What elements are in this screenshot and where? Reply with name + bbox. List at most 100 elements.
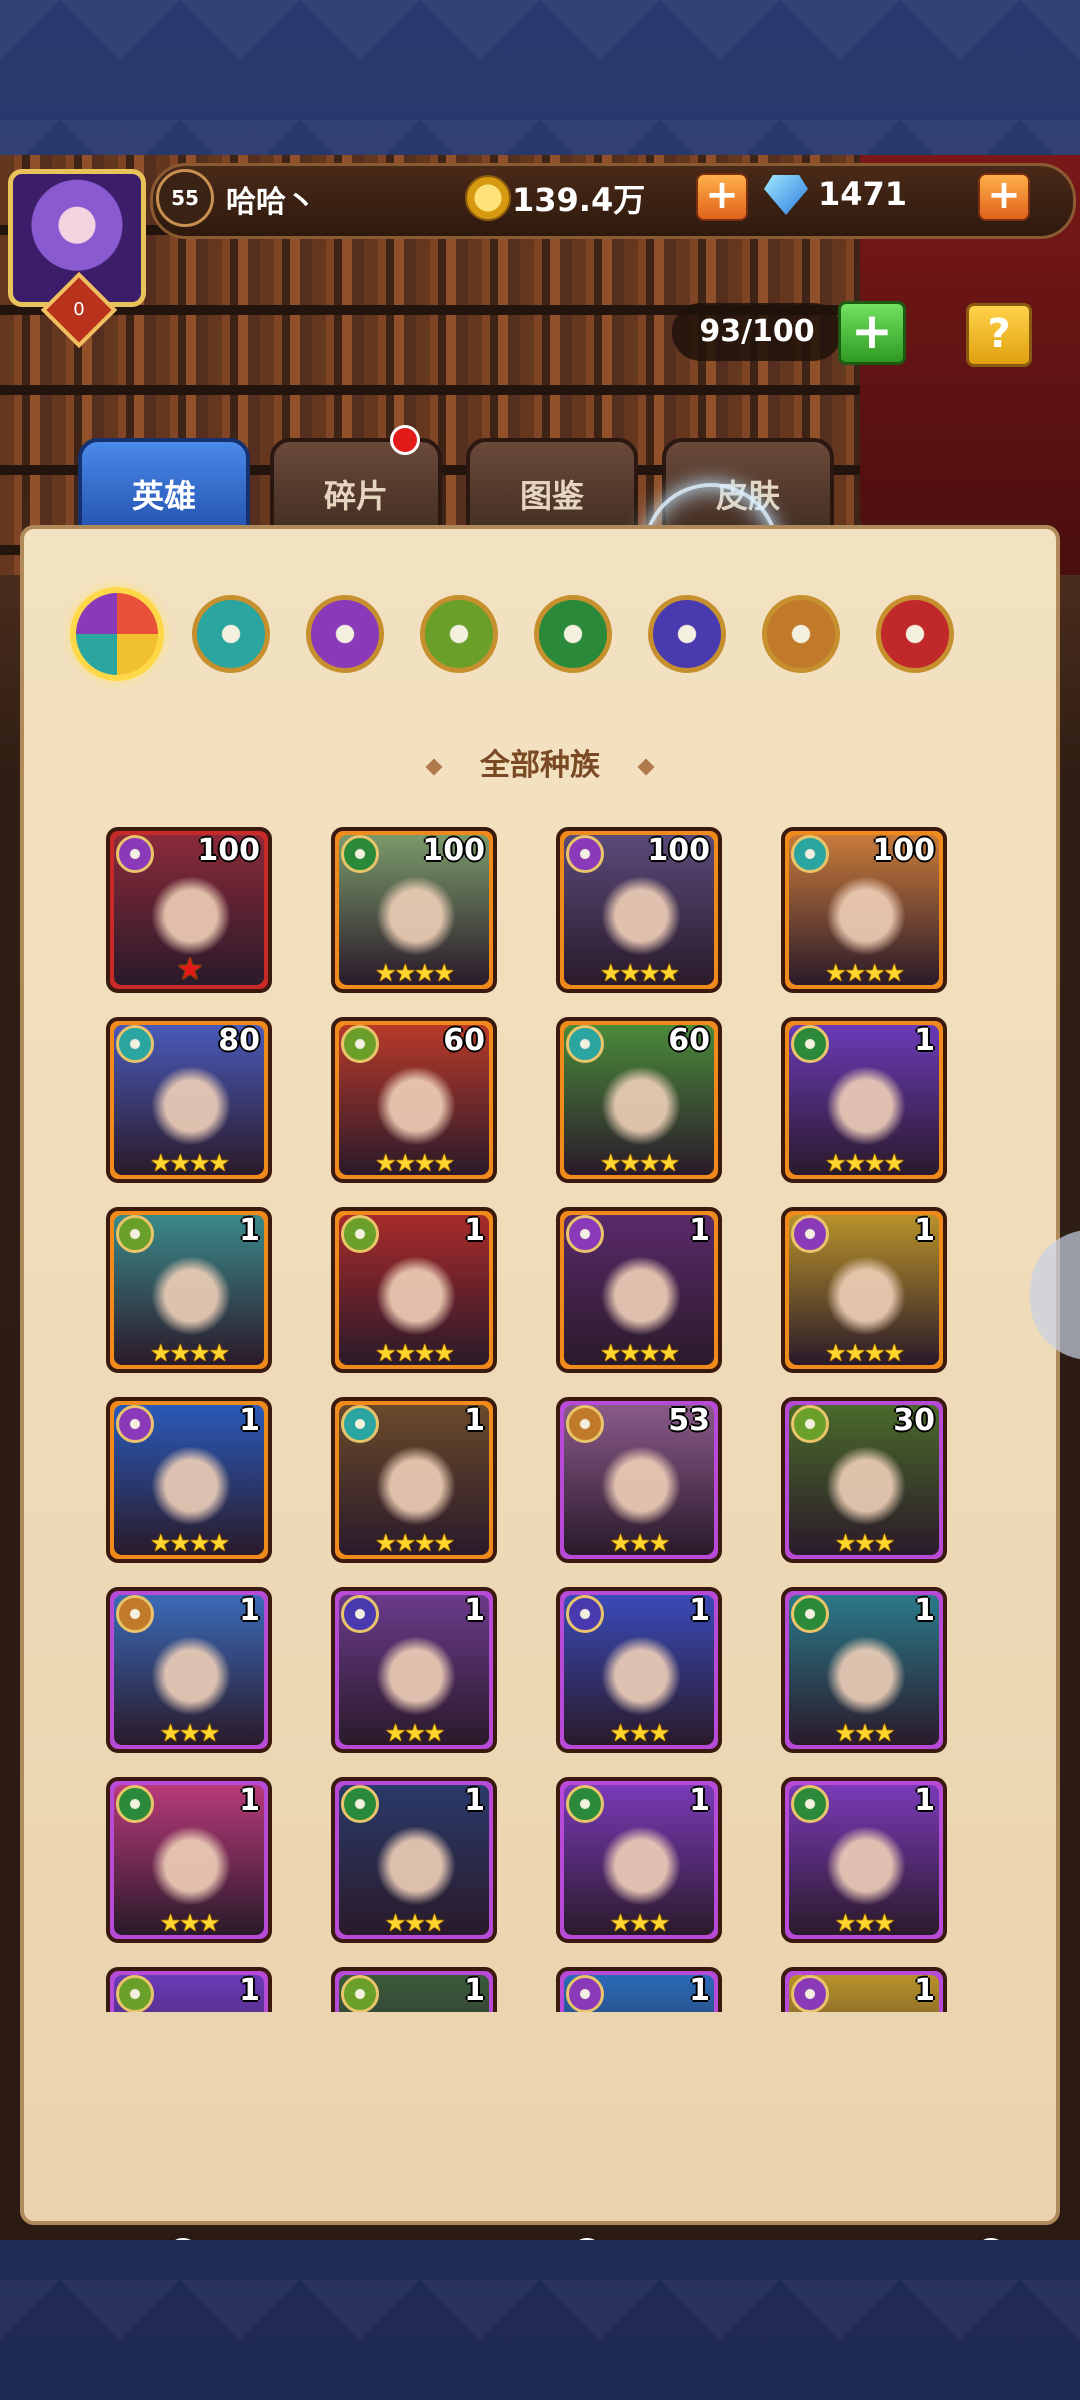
- hero-race-icon: [116, 835, 154, 873]
- hero-card[interactable]: 1 ★★★★: [106, 1207, 272, 1373]
- hero-race-icon: [341, 1975, 379, 2012]
- hero-card[interactable]: 1: [331, 1967, 497, 2012]
- hero-card[interactable]: 1: [556, 1967, 722, 2012]
- help-button[interactable]: ?: [966, 303, 1032, 367]
- hero-card[interactable]: 100 ★★★★: [331, 827, 497, 993]
- hero-face: [148, 1067, 234, 1153]
- hero-face: [148, 1257, 234, 1343]
- hero-level: 1: [914, 1973, 935, 2008]
- race-filter-forest-icon[interactable]: [192, 595, 270, 673]
- hero-card[interactable]: 1 ★★★: [106, 1587, 272, 1753]
- hero-face: [598, 1257, 684, 1343]
- hero-race-icon: [341, 1215, 379, 1253]
- hero-face: [598, 1067, 684, 1153]
- hero-level: 1: [689, 1783, 710, 1818]
- race-filter-all-icon[interactable]: [70, 587, 164, 681]
- hero-card[interactable]: 100 ★: [106, 827, 272, 993]
- hero-stars: ★★★★: [374, 1339, 455, 1367]
- hero-race-icon: [341, 1785, 379, 1823]
- hero-race-icon: [116, 1595, 154, 1633]
- hero-card[interactable]: 60 ★★★★: [331, 1017, 497, 1183]
- player-name: 哈哈丶: [226, 185, 316, 220]
- hero-race-icon: [791, 1785, 829, 1823]
- hero-level: 100: [872, 833, 935, 868]
- hero-card[interactable]: 1 ★★★★: [781, 1017, 947, 1183]
- hero-stars: ★★★: [159, 1909, 221, 1937]
- hero-face: [598, 1447, 684, 1533]
- hero-card[interactable]: 1 ★★★: [106, 1777, 272, 1943]
- hero-card[interactable]: 60 ★★★★: [556, 1017, 722, 1183]
- hero-race-icon: [566, 1595, 604, 1633]
- hero-card[interactable]: 1 ★★★: [331, 1777, 497, 1943]
- hero-level: 30: [893, 1403, 935, 1438]
- hero-stars: ★: [176, 952, 204, 987]
- hero-race-icon: [566, 1975, 604, 2012]
- hero-card[interactable]: 1: [106, 1967, 272, 2012]
- hero-card[interactable]: 30 ★★★: [781, 1397, 947, 1563]
- race-filter-abyss-icon[interactable]: [648, 595, 726, 673]
- hero-level: 80: [218, 1023, 260, 1058]
- hero-face: [373, 1067, 459, 1153]
- hero-stars: ★★★★: [374, 959, 455, 987]
- hero-card[interactable]: 1 ★★★: [556, 1587, 722, 1753]
- hero-stars: ★★★: [159, 1719, 221, 1747]
- race-filter-light-icon[interactable]: [762, 595, 840, 673]
- hero-card[interactable]: 1: [781, 1967, 947, 2012]
- hero-card[interactable]: 1 ★★★: [331, 1587, 497, 1753]
- hero-card[interactable]: 1 ★★★: [781, 1587, 947, 1753]
- add-gold-button[interactable]: +: [696, 173, 748, 221]
- hero-stars: ★★★: [834, 1909, 896, 1937]
- hero-level: 100: [197, 833, 260, 868]
- hero-card[interactable]: 1 ★★★: [556, 1777, 722, 1943]
- hero-level: 100: [647, 833, 710, 868]
- hero-card[interactable]: 1 ★★★★: [781, 1207, 947, 1373]
- hero-card[interactable]: 1 ★★★★: [556, 1207, 722, 1373]
- hero-race-icon: [341, 1405, 379, 1443]
- hero-race-icon: [116, 1215, 154, 1253]
- hero-race-icon: [791, 1405, 829, 1443]
- hero-card[interactable]: 1 ★★★★: [331, 1207, 497, 1373]
- race-filter-nature-icon[interactable]: [534, 595, 612, 673]
- hero-race-icon: [791, 1215, 829, 1253]
- hero-level: 53: [668, 1403, 710, 1438]
- hero-face: [598, 877, 684, 963]
- gold-coin-icon: [465, 175, 511, 221]
- hero-card[interactable]: 1 ★★★★: [331, 1397, 497, 1563]
- fragments-notification-dot: [390, 425, 420, 455]
- hero-level: 1: [689, 1213, 710, 1248]
- hero-face: [823, 1637, 909, 1723]
- diamond-ornament-right: [637, 758, 655, 775]
- hero-face: [823, 1447, 909, 1533]
- race-filter-fortress-icon[interactable]: [420, 595, 498, 673]
- hero-card[interactable]: 100 ★★★★: [781, 827, 947, 993]
- hero-face: [148, 1637, 234, 1723]
- hero-stars: ★★★: [384, 1909, 446, 1937]
- hero-card[interactable]: 1 ★★★: [781, 1777, 947, 1943]
- race-filter-dark-icon[interactable]: [876, 595, 954, 673]
- notification-dot: [167, 2238, 199, 2240]
- hero-card[interactable]: 100 ★★★★: [556, 827, 722, 993]
- diamond-ornament-left: [425, 758, 443, 775]
- hero-stars: ★★★: [384, 1719, 446, 1747]
- hero-face: [373, 877, 459, 963]
- hero-level: 100: [422, 833, 485, 868]
- hero-race-icon: [566, 1785, 604, 1823]
- hero-level: 1: [464, 1783, 485, 1818]
- hero-stars: ★★★: [609, 1719, 671, 1747]
- hero-stars: ★★★: [609, 1529, 671, 1557]
- hero-level: 1: [464, 1213, 485, 1248]
- hero-race-icon: [116, 1785, 154, 1823]
- hero-card[interactable]: 1 ★★★★: [106, 1397, 272, 1563]
- expand-capacity-button[interactable]: +: [838, 301, 906, 365]
- hero-level: 60: [443, 1023, 485, 1058]
- hero-card[interactable]: 53 ★★★: [556, 1397, 722, 1563]
- hero-card[interactable]: 80 ★★★★: [106, 1017, 272, 1183]
- hero-stars: ★★★: [609, 1909, 671, 1937]
- hero-face: [148, 877, 234, 963]
- hero-race-icon: [341, 835, 379, 873]
- hero-race-icon: [116, 1975, 154, 2012]
- race-filter-shadow-icon[interactable]: [306, 595, 384, 673]
- hero-face: [823, 877, 909, 963]
- add-gems-button[interactable]: +: [978, 173, 1030, 221]
- hero-level: 1: [914, 1593, 935, 1628]
